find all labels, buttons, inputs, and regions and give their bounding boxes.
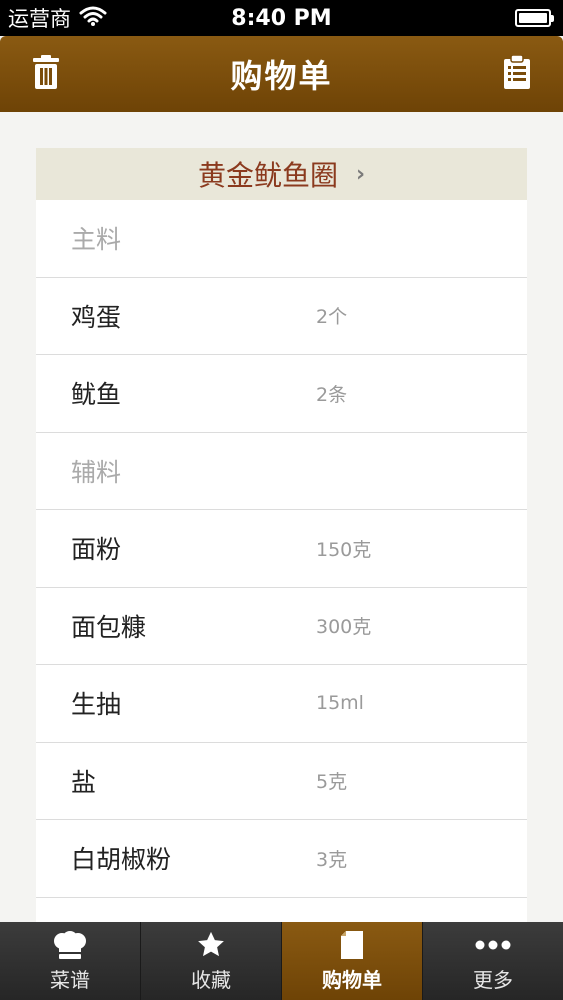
ingredient-name: 面粉 (71, 535, 122, 565)
recipe-title: 黄金鱿鱼圈 (197, 159, 338, 192)
ingredient-name: 面包糠 (71, 612, 147, 642)
ingredient-name: 鸡蛋 (71, 302, 122, 332)
ingredient-name: 白胡椒粉 (71, 845, 172, 875)
ingredient-list: 主料鸡蛋 2个鱿鱼 2条辅料面粉 150克面包糠 300克生抽 15ml 盐 5克白胡椒粉 3克 (36, 200, 527, 922)
ingredient-row[interactable]: 鸡蛋 2个 (36, 277, 527, 355)
carrier-label: 运营商 (8, 7, 71, 31)
shopping-list: 黄金鱿鱼圈 › 主料鸡蛋 2个鱿鱼 2条辅料面粉 150克面包糠 300克生抽 15ml 盐… (36, 148, 527, 922)
section-label: 辅料 (71, 457, 122, 487)
section-header: 辅料 (36, 432, 527, 510)
recipe-header[interactable]: 黄金鱿鱼圈 › (36, 148, 527, 200)
trash-button[interactable] (26, 54, 66, 94)
tab-favorites[interactable]: 收藏 (141, 922, 282, 1000)
document-icon (341, 930, 363, 960)
ingredient-name: 生抽 (71, 690, 122, 720)
ingredient-row[interactable]: 鱿鱼 2条 (36, 355, 527, 433)
page-title: 购物单 (230, 57, 333, 95)
tab-label: 购物单 (322, 967, 382, 992)
ingredient-amount: 5克 (316, 771, 348, 794)
clipboard-icon (503, 54, 531, 93)
clipboard-button[interactable] (497, 54, 537, 94)
ingredient-row[interactable]: 面包糠 300克 (36, 587, 527, 665)
tab-more[interactable]: 更多 (423, 922, 563, 1000)
ingredient-amount: 2个 (316, 306, 348, 329)
tab-label: 收藏 (191, 967, 231, 992)
ingredient-row[interactable]: 白胡椒粉 3克 (36, 820, 527, 898)
tab-recipes[interactable]: 菜谱 (0, 922, 141, 1000)
wifi-icon (79, 6, 107, 31)
nav-bar: 购物单 (0, 36, 563, 112)
ingredient-row[interactable]: 生抽 15ml (36, 665, 527, 743)
ingredient-row[interactable] (36, 897, 527, 922)
chef-hat-icon (53, 930, 87, 960)
tab-label: 菜谱 (50, 967, 90, 992)
tab-label: 更多 (473, 967, 513, 992)
ingredient-amount: 150克 (316, 538, 372, 561)
tab-shopping-list[interactable]: 购物单 (282, 922, 423, 1000)
tab-bar: 菜谱 收藏 购物单 更多 (0, 922, 563, 1000)
more-dots-icon (475, 930, 511, 960)
battery-fill (519, 13, 547, 23)
ingredient-row[interactable]: 盐 5克 (36, 742, 527, 820)
ingredient-row[interactable]: 面粉 150克 (36, 510, 527, 588)
ingredient-amount: 3克 (316, 848, 348, 871)
status-left: 运营商 (8, 3, 107, 33)
trash-icon (32, 55, 60, 93)
ingredient-amount: 15ml (316, 692, 364, 715)
status-bar: 运营商 8:40 PM (0, 0, 563, 36)
star-icon (196, 930, 226, 960)
section-label: 主料 (71, 225, 122, 255)
ingredient-amount: 300克 (316, 616, 372, 639)
ingredient-name: 鱿鱼 (71, 380, 122, 410)
chevron-right-icon: › (355, 161, 366, 187)
section-header: 主料 (36, 200, 527, 278)
battery-icon (515, 9, 554, 27)
ingredient-name: 盐 (71, 767, 97, 797)
ingredient-amount: 2条 (316, 383, 348, 406)
